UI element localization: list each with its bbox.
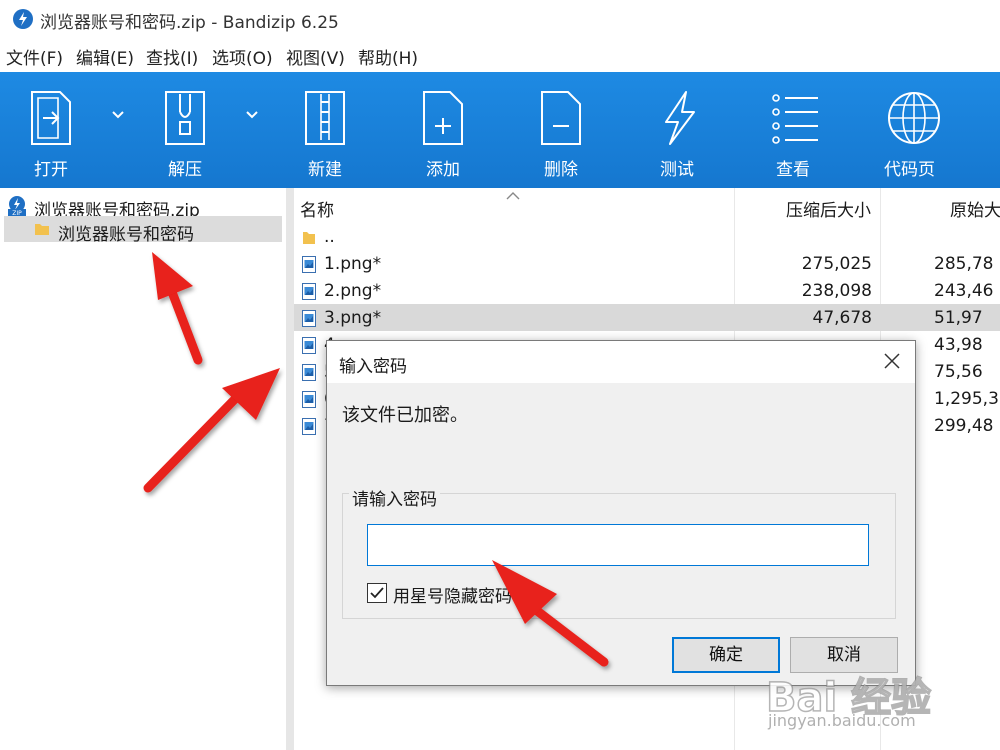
compressed-size: 47,678 (812, 308, 872, 328)
column-header-compressed[interactable]: 压缩后大小 (786, 196, 871, 221)
tree-item-archive[interactable]: ZIP 浏览器账号和密码.zip (4, 192, 284, 221)
image-file-icon (302, 283, 316, 300)
hide-password-label[interactable]: 用星号隐藏密码 (393, 582, 512, 607)
add-button[interactable]: 添加 (410, 72, 480, 188)
folder-icon (303, 232, 315, 244)
menu-view[interactable]: 视图(V) (286, 44, 345, 69)
delete-file-icon (541, 91, 581, 145)
new-label: 新建 (308, 160, 342, 180)
original-size: 299,48 (934, 416, 994, 436)
file-name: 3.png* (324, 308, 382, 328)
list-item[interactable]: 1.png* 275,025 285,78 (294, 250, 1000, 277)
view-button[interactable]: 查看 (764, 72, 834, 188)
new-archive-icon (305, 91, 345, 145)
open-dropdown-chevron-icon[interactable] (111, 108, 125, 122)
file-name: .. (324, 227, 335, 247)
extract-zip-icon (165, 91, 205, 145)
column-header-original[interactable]: 原始大 (950, 196, 1000, 221)
add-label: 添加 (426, 160, 460, 180)
open-icon (31, 91, 71, 145)
globe-icon (888, 92, 940, 144)
original-size: 1,295,38 (934, 389, 1000, 409)
extract-button[interactable]: 解压 (152, 72, 222, 188)
window-title: 浏览器账号和密码.zip - Bandizip 6.25 (40, 13, 339, 33)
view-label: 查看 (776, 160, 810, 180)
dialog-title-bar: 输入密码 (327, 341, 915, 383)
encrypted-message: 该文件已加密。 (342, 405, 468, 426)
list-item[interactable]: 2.png* 238,098 243,46 (294, 277, 1000, 304)
extract-label: 解压 (168, 160, 202, 180)
delete-button[interactable]: 删除 (528, 72, 598, 188)
open-button[interactable]: 打开 (18, 72, 88, 188)
watermark-url: jingyan.baidu.com (768, 711, 916, 730)
baidu-jingyan-watermark: Bai 经验 jingyan.baidu.com (760, 665, 992, 745)
image-file-icon (302, 337, 316, 354)
menu-find[interactable]: 查找(I) (146, 44, 198, 69)
zip-archive-icon: ZIP (8, 196, 26, 217)
title-bar: 浏览器账号和密码.zip - Bandizip 6.25 (0, 0, 1000, 38)
menu-help[interactable]: 帮助(H) (358, 44, 418, 69)
test-label: 测试 (660, 160, 694, 180)
bandizip-window: 浏览器账号和密码.zip - Bandizip 6.25 文件(F) 编辑(E)… (0, 0, 1000, 750)
password-dialog: 输入密码 该文件已加密。 请输入密码 用星号隐藏密码 确定 取消 (326, 340, 916, 686)
original-size: 285,78 (934, 254, 994, 274)
codepage-label: 代码页 (884, 160, 935, 180)
toolbar: 打开 解压 新建 添加 删除 测试 查看 代码页 (0, 72, 1000, 188)
checkmark-icon (370, 587, 384, 599)
codepage-button[interactable]: 代码页 (880, 72, 960, 188)
menu-bar: 文件(F) 编辑(E) 查找(I) 选项(O) 视图(V) 帮助(H) (0, 40, 1000, 70)
folder-tree: ZIP 浏览器账号和密码.zip 浏览器账号和密码 (0, 188, 286, 750)
password-group-label: 请输入密码 (349, 485, 440, 510)
menu-file[interactable]: 文件(F) (6, 44, 63, 69)
open-label: 打开 (34, 160, 68, 180)
password-input[interactable] (367, 524, 869, 566)
file-name: 2.png* (324, 281, 382, 301)
compressed-size: 238,098 (801, 281, 872, 301)
tree-folder-label: 浏览器账号和密码 (58, 225, 194, 245)
sort-ascending-icon (506, 192, 520, 200)
compressed-size: 275,025 (801, 254, 872, 274)
extract-dropdown-chevron-icon[interactable] (245, 108, 259, 122)
menu-options[interactable]: 选项(O) (212, 44, 273, 69)
list-item-parent[interactable]: .. (294, 223, 1000, 250)
dialog-title: 输入密码 (339, 357, 407, 377)
lightning-icon (665, 91, 695, 145)
file-name: 1.png* (324, 254, 382, 274)
list-view-icon (772, 94, 818, 144)
test-button[interactable]: 测试 (646, 72, 716, 188)
delete-label: 删除 (544, 160, 578, 180)
image-file-icon (302, 418, 316, 435)
image-file-icon (302, 310, 316, 327)
column-header-name[interactable]: 名称 (300, 196, 334, 221)
bandizip-logo-icon (13, 9, 33, 29)
new-button[interactable]: 新建 (292, 72, 362, 188)
menu-edit[interactable]: 编辑(E) (76, 44, 134, 69)
folder-icon (35, 224, 49, 235)
list-item-selected[interactable]: 3.png* 47,678 51,97 (294, 304, 1000, 331)
original-size: 75,56 (934, 362, 983, 382)
tree-item-folder[interactable]: 浏览器账号和密码 (4, 216, 282, 245)
add-file-icon (423, 91, 463, 145)
image-file-icon (302, 364, 316, 381)
image-file-icon (302, 391, 316, 408)
original-size: 43,98 (934, 335, 983, 355)
original-size: 51,97 (934, 308, 983, 328)
pane-splitter[interactable] (286, 188, 294, 750)
close-icon[interactable] (883, 352, 901, 370)
image-file-icon (302, 256, 316, 273)
hide-password-checkbox[interactable] (367, 583, 387, 603)
original-size: 243,46 (934, 281, 994, 301)
